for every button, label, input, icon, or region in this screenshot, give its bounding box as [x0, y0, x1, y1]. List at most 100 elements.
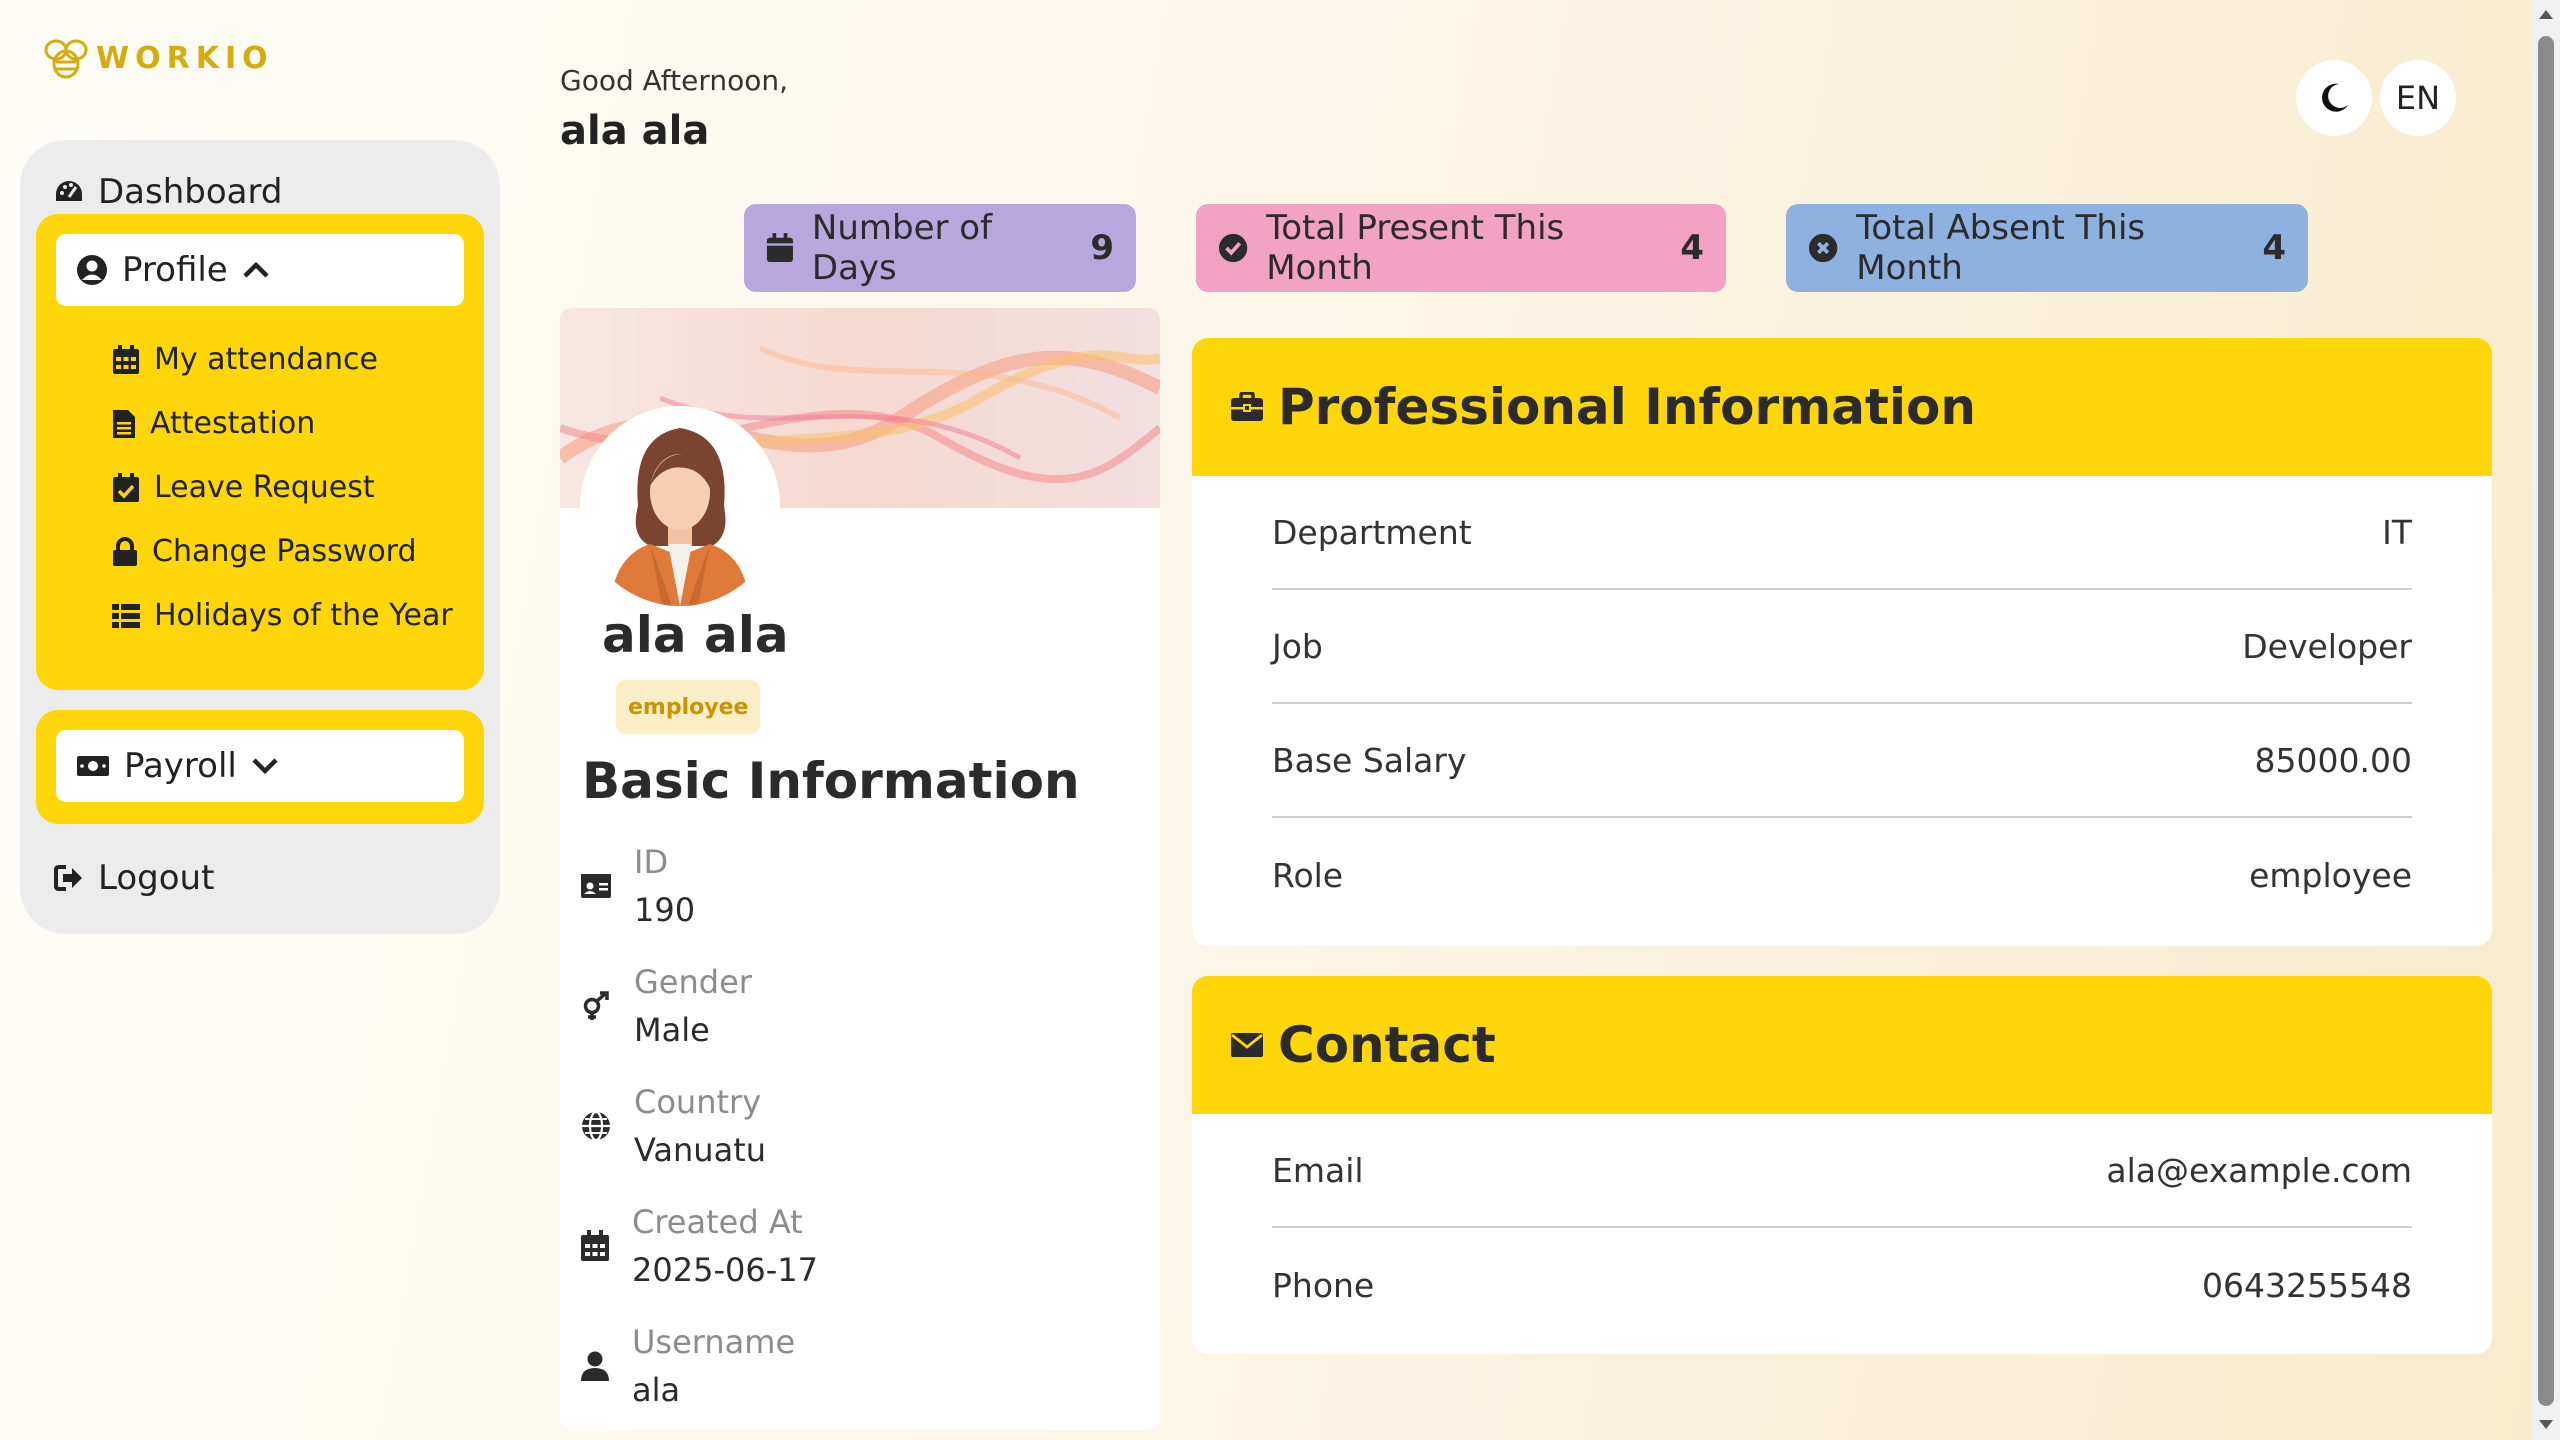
stat-value: 9 — [1090, 228, 1114, 268]
table-row: Base Salary 85000.00 — [1272, 704, 2412, 818]
moon-icon — [2322, 83, 2348, 112]
row-value: ala@example.com — [2106, 1150, 2412, 1190]
calendar-icon — [113, 344, 139, 374]
info-label: Country — [634, 1083, 762, 1121]
table-row: Department IT — [1272, 476, 2412, 590]
envelope-icon — [1231, 1033, 1263, 1057]
sidebar-item-my-attendance[interactable]: My attendance — [112, 342, 378, 377]
professional-info-title: Professional Information — [1278, 378, 1976, 436]
sidebar-item-change-password[interactable]: Change Password — [112, 534, 417, 569]
money-icon — [77, 756, 109, 776]
payroll-toggle-button[interactable]: Payroll — [56, 730, 464, 802]
sidebar-item-leave-request[interactable]: Leave Request — [112, 470, 375, 505]
attestation-label: Attestation — [150, 406, 316, 441]
my-attendance-label: My attendance — [154, 342, 378, 377]
info-value: ala — [632, 1371, 681, 1409]
greeting-text: Good Afternoon, — [560, 64, 789, 97]
stat-label: Total Present This Month — [1266, 208, 1565, 288]
info-label: ID — [634, 843, 669, 881]
stat-total-absent: Total Absent This Month 4 — [1786, 204, 2308, 292]
info-label: Gender — [634, 963, 752, 1001]
calendar-icon — [766, 233, 793, 262]
row-value: 0643255548 — [2202, 1265, 2412, 1305]
profile-label: Profile — [122, 250, 228, 290]
lock-icon — [113, 536, 137, 566]
check-circle-icon — [1218, 233, 1248, 263]
scrollbar-thumb[interactable] — [2538, 36, 2554, 1406]
stat-label: Total Absent This Month — [1856, 208, 2146, 288]
table-row: Job Developer — [1272, 590, 2412, 704]
change-password-label: Change Password — [152, 534, 417, 569]
row-value: 85000.00 — [2254, 740, 2412, 780]
x-circle-icon — [1808, 233, 1838, 263]
row-value: IT — [2382, 512, 2412, 552]
table-row: Phone 0643255548 — [1272, 1228, 2412, 1342]
leave-request-label: Leave Request — [154, 470, 375, 505]
payroll-section: Payroll — [36, 710, 484, 824]
profile-section: Profile My attendance Attestation Leave … — [36, 214, 484, 690]
stat-total-present: Total Present This Month 4 — [1196, 204, 1726, 292]
scroll-down-arrow-icon[interactable] — [2539, 1420, 2553, 1429]
contact-title: Contact — [1278, 1016, 1496, 1074]
info-country: Country Vanuatu — [580, 1078, 766, 1174]
scroll-up-arrow-icon[interactable] — [2539, 10, 2553, 19]
sidebar-item-holidays[interactable]: Holidays of the Year — [112, 598, 453, 633]
language-button[interactable]: EN — [2380, 60, 2456, 136]
dashboard-label: Dashboard — [98, 172, 283, 212]
info-username: Username ala — [580, 1318, 795, 1414]
user-icon — [581, 1351, 609, 1381]
info-created-at: Created At 2025-06-17 — [580, 1198, 818, 1294]
calendar-icon — [581, 1230, 609, 1261]
row-label: Role — [1272, 855, 1344, 895]
header-username: ala ala — [560, 108, 710, 154]
stat-number-of-days: Number of Days 9 — [744, 204, 1136, 292]
sidebar: Dashboard Profile My attendance Attestat… — [20, 140, 500, 934]
profile-name: ala ala — [602, 606, 789, 664]
gender-icon — [583, 991, 609, 1020]
info-value: Vanuatu — [634, 1131, 767, 1169]
role-badge: employee — [616, 680, 761, 734]
avatar — [580, 406, 780, 606]
table-row: Email ala@example.com — [1272, 1114, 2412, 1228]
holidays-label: Holidays of the Year — [154, 598, 453, 633]
globe-icon — [582, 1110, 610, 1142]
row-label: Email — [1272, 1150, 1364, 1190]
sidebar-item-attestation[interactable]: Attestation — [112, 406, 315, 441]
language-label: EN — [2395, 79, 2441, 117]
info-value: 190 — [634, 891, 696, 929]
chevron-down-icon — [252, 758, 278, 775]
row-value: employee — [2249, 855, 2412, 895]
contact-card: Contact Email ala@example.com Phone 0643… — [1192, 976, 2492, 1354]
info-value: Male — [634, 1011, 710, 1049]
user-circle-icon — [77, 255, 107, 285]
gauge-icon — [56, 181, 82, 201]
professional-info-header: Professional Information — [1192, 338, 2492, 476]
page-scrollbar[interactable] — [2532, 0, 2560, 1440]
info-id: ID 190 — [580, 838, 695, 934]
calendar-check-icon — [113, 472, 139, 502]
payroll-label: Payroll — [124, 746, 237, 786]
app-logo[interactable]: WORKIO — [40, 36, 274, 80]
logout-label: Logout — [98, 858, 215, 898]
sidebar-item-logout[interactable]: Logout — [54, 842, 214, 914]
id-card-icon — [581, 874, 611, 898]
contact-header: Contact — [1192, 976, 2492, 1114]
briefcase-icon — [1231, 392, 1263, 421]
stat-value: 4 — [2262, 228, 2286, 268]
theme-toggle-button[interactable] — [2296, 60, 2372, 136]
stat-value: 4 — [1680, 228, 1704, 268]
list-icon — [112, 603, 140, 628]
row-label: Job — [1272, 626, 1323, 666]
professional-info-card: Professional Information Department IT J… — [1192, 338, 2492, 946]
row-label: Department — [1272, 512, 1472, 552]
info-gender: Gender Male — [580, 958, 752, 1054]
row-label: Phone — [1272, 1265, 1375, 1305]
logo-text: WORKIO — [96, 40, 274, 76]
row-value: Developer — [2242, 626, 2412, 666]
bee-logo-icon — [44, 39, 88, 79]
info-label: Created At — [632, 1203, 803, 1241]
info-label: Username — [632, 1323, 796, 1361]
woman-avatar-icon — [580, 406, 780, 606]
profile-toggle-button[interactable]: Profile — [56, 234, 464, 306]
file-icon — [113, 409, 135, 438]
